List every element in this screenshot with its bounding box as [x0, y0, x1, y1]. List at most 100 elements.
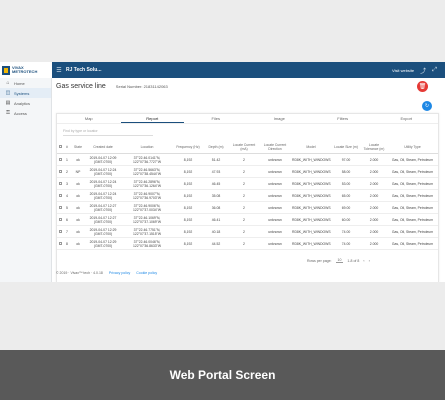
cell-ltol: 2.000	[369, 181, 379, 186]
refresh-icon: ↻	[424, 103, 430, 109]
cell-lcd: 2	[243, 169, 245, 174]
tab-map[interactable]: Map	[57, 114, 121, 123]
table-row[interactable]: 5 ok 2019-04-07 12:27 (GMT-0700) 37°22.46.9…	[57, 202, 438, 214]
cell-model: RD8K_WITH_WINDOWS	[292, 193, 331, 198]
column-header[interactable]: Model	[291, 145, 331, 149]
cell-model: RD8K_WITH_WINDOWS	[292, 169, 331, 174]
sidebar-item-access[interactable]: ⚿ Access	[0, 108, 51, 118]
pagination: Rows per page: 10 1-8 of 8 ‹ ›	[307, 258, 370, 263]
visit-website-link[interactable]: Visit website	[392, 68, 414, 73]
cell-loc: 37°22.46.9006"N, 122°07'37.0034"W	[132, 203, 162, 212]
cell-ltol: 2.000	[369, 169, 379, 174]
table-row[interactable]: 6 ok 2019-04-07 12:27 (GMT-0700) 37°22.46.1…	[57, 214, 438, 226]
delete-button[interactable]: 🗑	[417, 81, 428, 92]
column-header[interactable]: Locate Size (m)	[331, 145, 361, 149]
systems-icon: ◫	[5, 90, 11, 96]
table-row[interactable]: 3 ok 2019-04-07 12:24 (GMT-0700) 37°22.46.2…	[57, 178, 438, 190]
cell-lcd: 2	[243, 193, 245, 198]
cell-freq: 8,192	[183, 205, 193, 210]
cell-utype: Gas, Oil, Steam, Petroleum	[391, 241, 434, 246]
column-header[interactable]: Utility Type	[387, 145, 438, 149]
cell-time: 2019-04-07 12:24 (GMT-0700)	[89, 179, 117, 188]
rows-per-page-select[interactable]: 10	[335, 258, 344, 263]
cookie-link[interactable]: Cookie policy	[136, 271, 157, 275]
analytics-icon: ▤	[5, 100, 11, 106]
caption-bar: Web Portal Screen	[0, 350, 445, 400]
column-header[interactable]: #	[63, 145, 71, 149]
rows-per-page-label: Rows per page:	[307, 258, 332, 263]
table-row[interactable]: 2 NP 2019-04-07 12:24 (GMT-0700) 37°22.46.5…	[57, 166, 438, 178]
cell-ltol: 2.000	[369, 229, 379, 234]
privacy-link[interactable]: Privacy policy	[109, 271, 130, 275]
cell-loc: 37°22.46.9007"N, 122°07'36.9703"W	[132, 191, 162, 200]
column-header[interactable]: Locate Current (mA)	[229, 143, 259, 151]
column-header[interactable]: Locate Tolerance (m)	[361, 143, 387, 151]
cell-state: NP	[75, 169, 81, 174]
column-header[interactable]: Depth (m)	[203, 145, 229, 149]
filter-input[interactable]: Find by type or locator	[63, 127, 153, 136]
table-row[interactable]: 4 ok 2019-04-07 12:24 (GMT-0700) 37°22.46.9…	[57, 190, 438, 202]
column-header[interactable]: Frequency (Hz)	[173, 145, 203, 149]
cell-freq: 8,192	[183, 229, 193, 234]
cell-utype: Gas, Oil, Steam, Petroleum	[391, 169, 434, 174]
sidebar-item-label: Analytics	[14, 100, 31, 106]
sidebar-item-home[interactable]: ⌂ Home	[0, 78, 51, 88]
access-icon: ⚿	[6, 110, 10, 116]
cell-utype: Gas, Oil, Steam, Petroleum	[391, 229, 434, 234]
logo-mark	[2, 65, 10, 75]
table-row[interactable]: 7 ok 2019-04-07 12:29 (GMT-0700) 37°22.46.7…	[57, 226, 438, 238]
cell-lcdir: unknown	[268, 169, 282, 174]
refresh-button[interactable]: ↻	[422, 101, 432, 111]
cell-lcd: 2	[243, 205, 245, 210]
home-icon: ⌂	[6, 80, 10, 86]
cell-ltol: 2.000	[369, 205, 379, 210]
serial-number: Serial Number: 21831142063	[115, 84, 168, 89]
tab-files[interactable]: Files	[184, 114, 248, 123]
share-icon[interactable]: ⤴	[420, 66, 426, 75]
fullscreen-icon[interactable]: ⤢	[432, 67, 437, 74]
sidebar-item-label: Systems	[14, 90, 30, 96]
column-header[interactable]: Locate Current Direction	[259, 143, 291, 151]
tab-filters[interactable]: Filters	[311, 114, 375, 123]
sidebar-item-label: Access	[14, 110, 27, 116]
tab-export[interactable]: Export	[375, 114, 439, 123]
cell-lsize: 60.00	[341, 217, 351, 222]
copyright: © 2019 · Vivax™ tech · 4.0.18	[56, 271, 103, 275]
cell-time: 2019-04-07 12:27 (GMT-0700)	[89, 203, 117, 212]
sidebar-item-systems[interactable]: ◫ Systems	[0, 88, 51, 98]
hamburger-icon[interactable]: ☰	[54, 67, 64, 74]
cell-time: 2019-04-07 12:24 (GMT-0700)	[89, 167, 117, 176]
cell-time: 2019-04-07 12:29 (GMT-0700)	[89, 239, 117, 248]
column-header[interactable]: Created date	[85, 145, 121, 149]
next-page-icon[interactable]: ›	[369, 258, 370, 263]
table-row[interactable]: 8 ok 2019-04-07 12:29 (GMT-0700) 37°22.46.0…	[57, 238, 438, 250]
sidebar: ⌂ Home ◫ Systems ▤ Analytics ⚿ Access	[0, 78, 52, 282]
cell-lcdir: unknown	[268, 181, 282, 186]
cell-depth: 46.41	[211, 217, 221, 222]
cell-model: RD8K_WITH_WINDOWS	[292, 241, 331, 246]
cell-state: ok	[76, 217, 80, 222]
table-row[interactable]: 1 ok 2019-04-07 12:09 (GMT-0700) 37°22.46.0…	[57, 154, 438, 166]
tab-report[interactable]: Report	[120, 114, 184, 123]
cell-utype: Gas, Oil, Steam, Petroleum	[391, 205, 434, 210]
cell-loc: 37°22.46.0141"N, 122°07'36.7727"W	[132, 155, 162, 164]
cell-ltol: 2.000	[369, 193, 379, 198]
tab-bar: Map Report Files Image Filters Export	[57, 114, 438, 124]
column-header[interactable]: Location	[121, 145, 173, 149]
cell-depth: 46.45	[211, 181, 221, 186]
cell-ltol: 2.000	[369, 241, 379, 246]
cell-lsize: 69.00	[341, 205, 351, 210]
prev-page-icon[interactable]: ‹	[363, 258, 364, 263]
column-header[interactable]: State	[71, 145, 85, 149]
cell-depth: 51.42	[211, 157, 221, 162]
cell-model: RD8K_WITH_WINDOWS	[292, 205, 331, 210]
cell-utype: Gas, Oil, Steam, Petroleum	[391, 193, 434, 198]
sidebar-item-analytics[interactable]: ▤ Analytics	[0, 98, 51, 108]
screen: VIVAX METROTECH ☰ RJ Tech Solu... Visit …	[0, 0, 445, 400]
cell-state: ok	[76, 241, 80, 246]
cell-depth: 40.18	[211, 229, 221, 234]
cell-time: 2019-04-07 12:27 (GMT-0700)	[89, 215, 117, 224]
top-right-actions: Visit website ⤴ ⤢	[392, 66, 445, 75]
tab-image[interactable]: Image	[248, 114, 312, 123]
logo-text: VIVAX METROTECH	[12, 66, 37, 74]
